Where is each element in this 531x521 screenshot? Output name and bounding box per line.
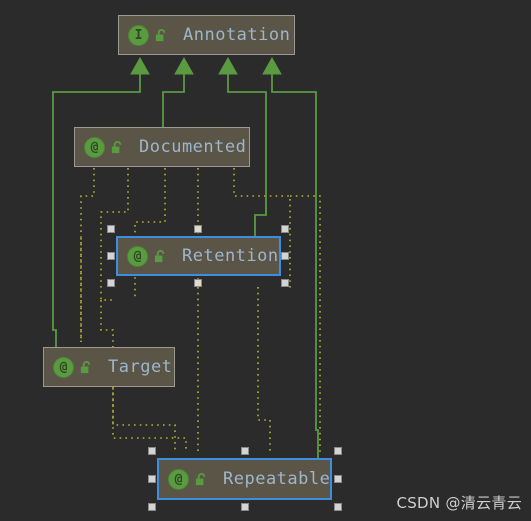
dependency-retention-repeatable-c	[257, 287, 271, 452]
arrowhead-2	[174, 56, 194, 75]
dependency-target-repeatable	[112, 388, 176, 452]
node-repeatable[interactable]: @ Repeatable	[157, 458, 332, 500]
arrowhead-4	[262, 56, 282, 75]
resize-handle-n[interactable]	[241, 447, 249, 455]
resize-handle-s[interactable]	[241, 503, 249, 511]
dependency-documented-target	[80, 168, 95, 342]
resize-handle-w[interactable]	[148, 475, 156, 483]
resize-handle-w[interactable]	[107, 252, 115, 260]
unlocked-padlock-icon	[194, 472, 209, 487]
node-label: Documented	[139, 137, 247, 157]
watermark: CSDN @清云青云	[396, 494, 522, 512]
arrowhead-1	[130, 56, 150, 75]
node-target[interactable]: @ Target	[43, 347, 175, 387]
inheritance-arrowheads	[130, 56, 282, 75]
node-retention[interactable]: @ Retention	[116, 236, 281, 276]
resize-handle-sw[interactable]	[148, 503, 156, 511]
dependency-documented-retention-b	[134, 168, 166, 300]
node-label: Annotation	[183, 25, 291, 45]
node-label: Retention	[182, 246, 279, 266]
dependency-edges	[80, 168, 321, 452]
resize-handle-se[interactable]	[334, 503, 342, 511]
resize-handle-s[interactable]	[194, 279, 202, 287]
resize-handle-ne[interactable]	[334, 447, 342, 455]
annotation-type-icon: @	[84, 136, 105, 158]
interface-icon: I	[128, 24, 149, 46]
unlocked-padlock-icon	[154, 28, 169, 43]
dependency-envelope-right	[290, 195, 321, 452]
resize-handle-se[interactable]	[281, 279, 289, 287]
resize-handle-ne[interactable]	[281, 225, 289, 233]
node-annotation[interactable]: I Annotation	[118, 15, 295, 55]
unlocked-padlock-icon	[110, 140, 125, 155]
node-label: Repeatable	[223, 469, 331, 489]
unlocked-padlock-icon	[79, 360, 94, 375]
annotation-type-icon: @	[53, 356, 74, 378]
arrowhead-3	[218, 56, 238, 75]
resize-handle-nw[interactable]	[107, 225, 115, 233]
resize-handle-nw[interactable]	[148, 447, 156, 455]
resize-handle-sw[interactable]	[107, 279, 115, 287]
node-documented[interactable]: @ Documented	[74, 127, 250, 167]
unlocked-padlock-icon	[153, 249, 168, 264]
annotation-type-icon: @	[127, 245, 148, 267]
resize-handle-n[interactable]	[194, 225, 202, 233]
inheritance-documented-annotation	[162, 70, 185, 127]
resize-handle-e[interactable]	[281, 252, 289, 260]
annotation-type-icon: @	[168, 468, 189, 490]
resize-handle-e[interactable]	[334, 475, 342, 483]
diagram-canvas[interactable]: I Annotation @ Documented @ Retention @ …	[0, 0, 531, 521]
node-label: Target	[108, 357, 173, 377]
inheritance-target-annotation	[52, 70, 141, 347]
